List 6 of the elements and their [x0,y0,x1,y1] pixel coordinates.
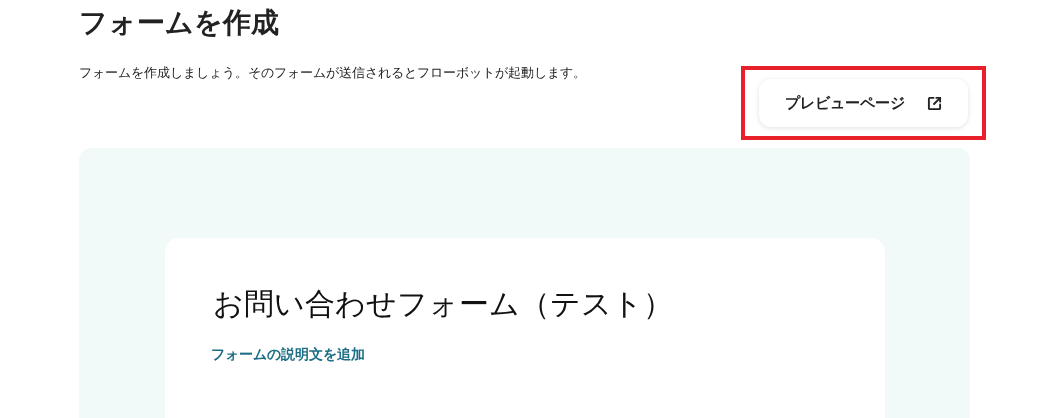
external-link-icon [927,95,942,111]
add-description-link[interactable]: フォームの説明文を追加 [211,346,365,364]
page-title: フォームを作成 [79,5,280,41]
page-description: フォームを作成しましょう。そのフォームが送信されるとフローボットが起動します。 [79,64,587,82]
preview-button[interactable]: プレビューページ [759,79,968,127]
form-title[interactable]: お問い合わせフォーム（テスト） [213,284,837,324]
